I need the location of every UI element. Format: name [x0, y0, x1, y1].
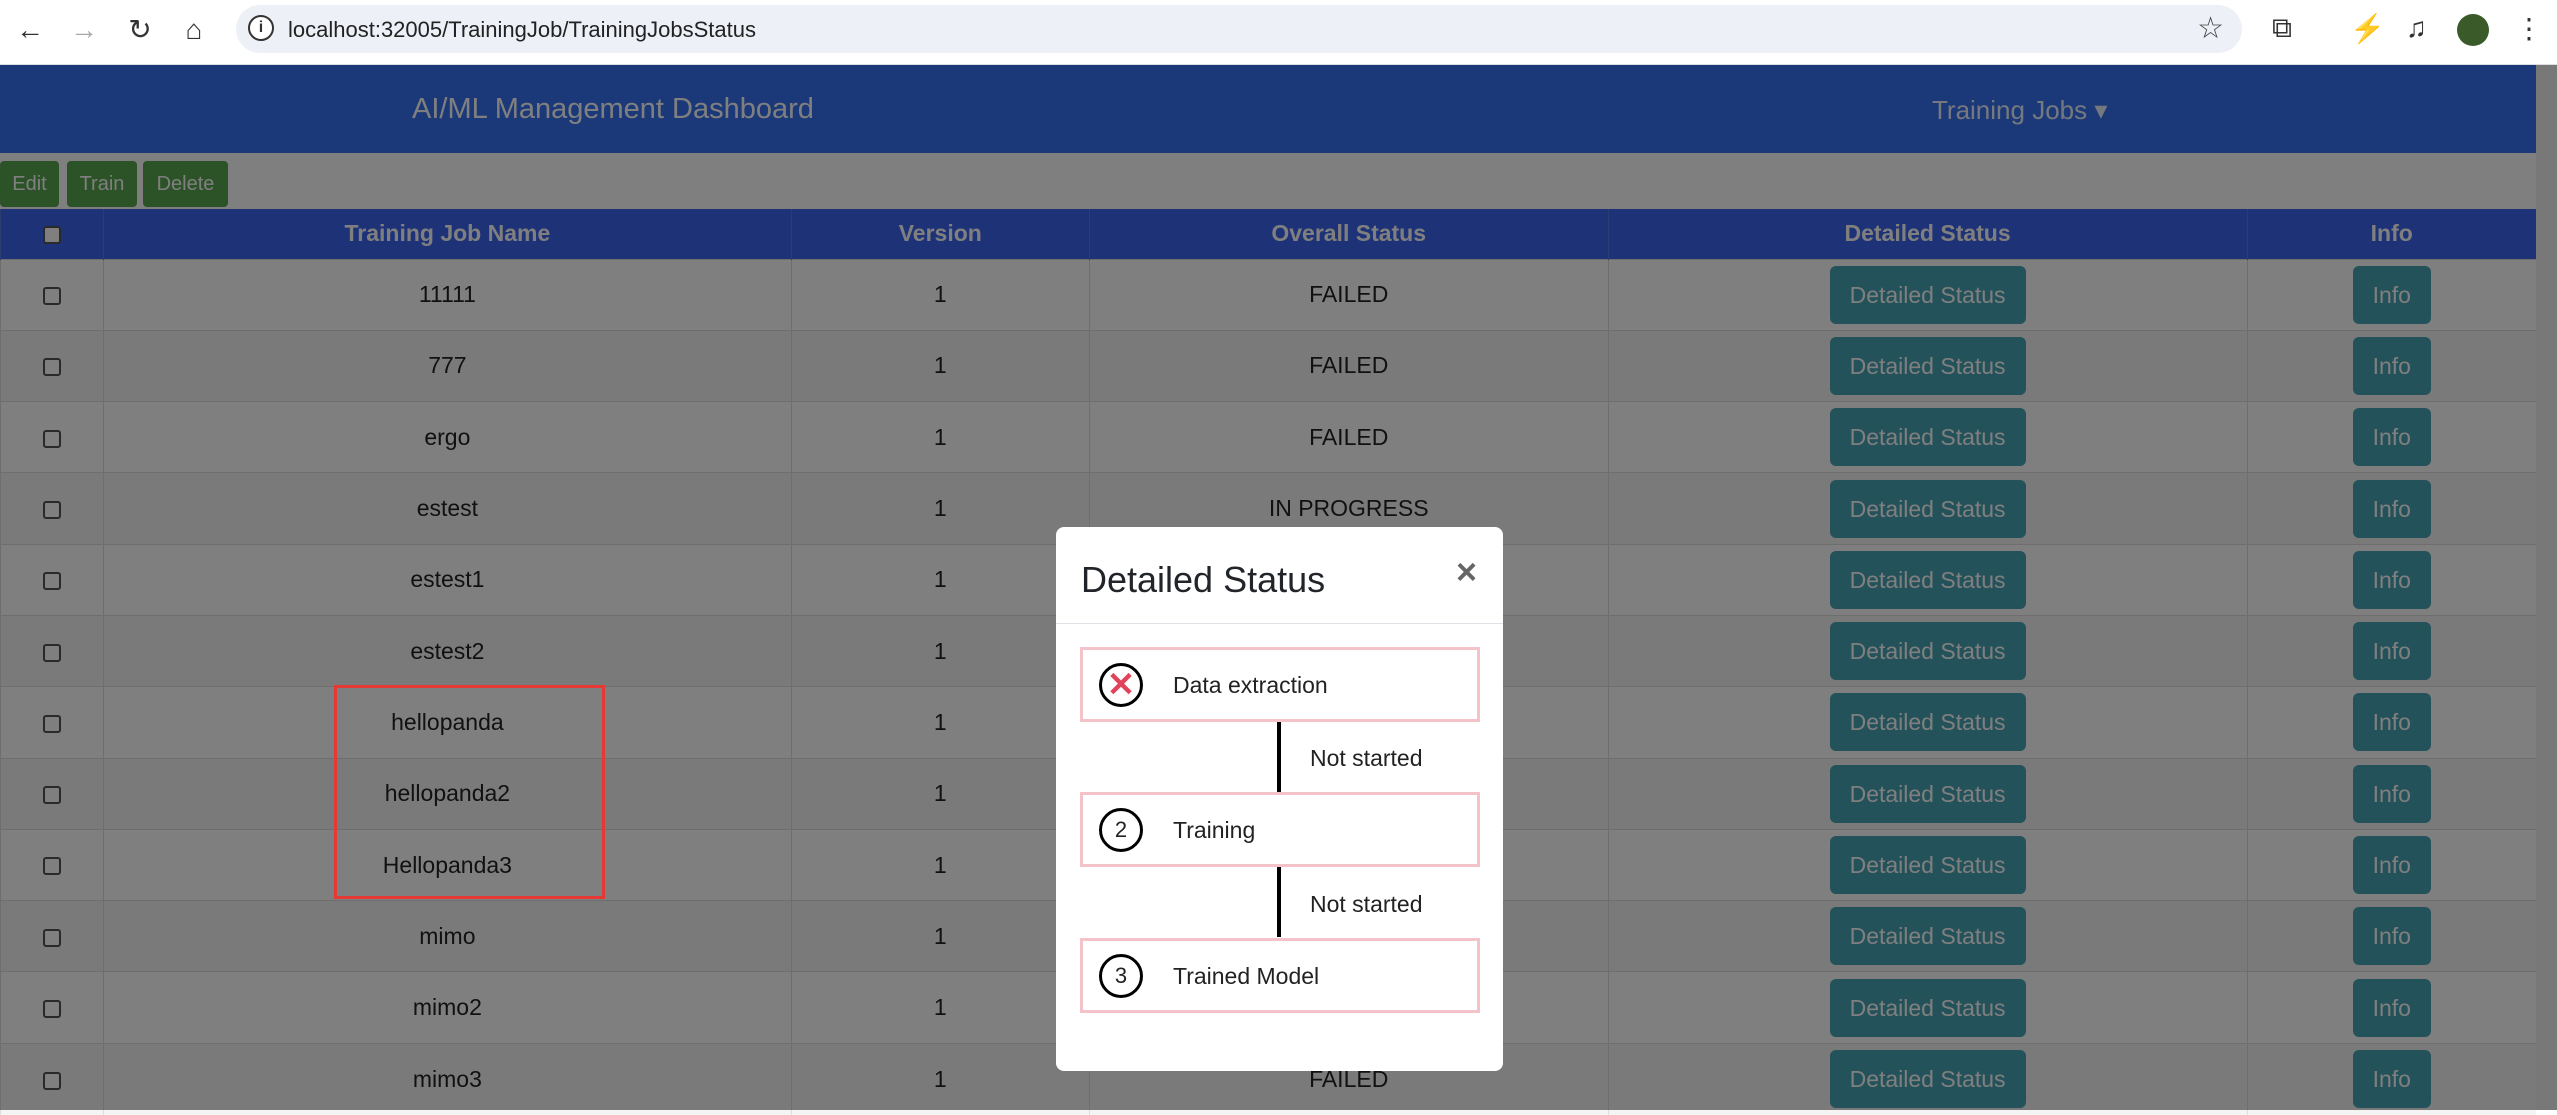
back-icon[interactable]: ← [14, 14, 46, 46]
step-trained-model: 3 Trained Model [1080, 938, 1480, 1013]
home-icon[interactable]: ⌂ [178, 14, 210, 46]
connector-line [1277, 722, 1281, 792]
step-label: Data extraction [1173, 672, 1328, 698]
modal-divider [1056, 623, 1503, 624]
transition-status: Not started [1310, 745, 1423, 771]
bookmark-star-icon[interactable]: ☆ [2197, 11, 2224, 46]
url-text[interactable]: localhost:32005/TrainingJob/TrainingJobs… [288, 17, 756, 43]
forward-icon[interactable]: → [68, 14, 100, 46]
highlight-annotation [334, 685, 605, 899]
failed-x-icon: ✕ [1099, 663, 1143, 707]
profile-avatar[interactable] [2457, 14, 2489, 46]
media-icon[interactable]: ♫ [2406, 12, 2427, 44]
step-label: Trained Model [1173, 963, 1320, 989]
menu-icon[interactable]: ⋮ [2515, 12, 2543, 45]
step-data-extraction: ✕ Data extraction [1080, 647, 1480, 722]
step-number-icon: 2 [1099, 808, 1143, 852]
site-info-icon[interactable]: i [248, 15, 274, 41]
step-number-icon: 3 [1099, 954, 1143, 998]
detailed-status-modal: Detailed Status × ✕ Data extraction Not … [1056, 527, 1503, 1071]
modal-title: Detailed Status [1081, 559, 1326, 600]
reload-icon[interactable]: ↻ [124, 14, 156, 46]
close-icon[interactable]: × [1456, 551, 1477, 593]
step-training: 2 Training [1080, 792, 1480, 867]
transition-status: Not started [1310, 891, 1423, 917]
connector-line [1277, 867, 1281, 937]
step-label: Training [1173, 817, 1256, 843]
browser-toolbar: ← → ↻ ⌂ i localhost:32005/TrainingJob/Tr… [0, 0, 2557, 65]
extensions-icon[interactable]: ⧉ [2272, 12, 2292, 45]
address-bar[interactable]: i localhost:32005/TrainingJob/TrainingJo… [236, 5, 2242, 53]
performance-icon[interactable]: ⚡ [2350, 12, 2385, 45]
